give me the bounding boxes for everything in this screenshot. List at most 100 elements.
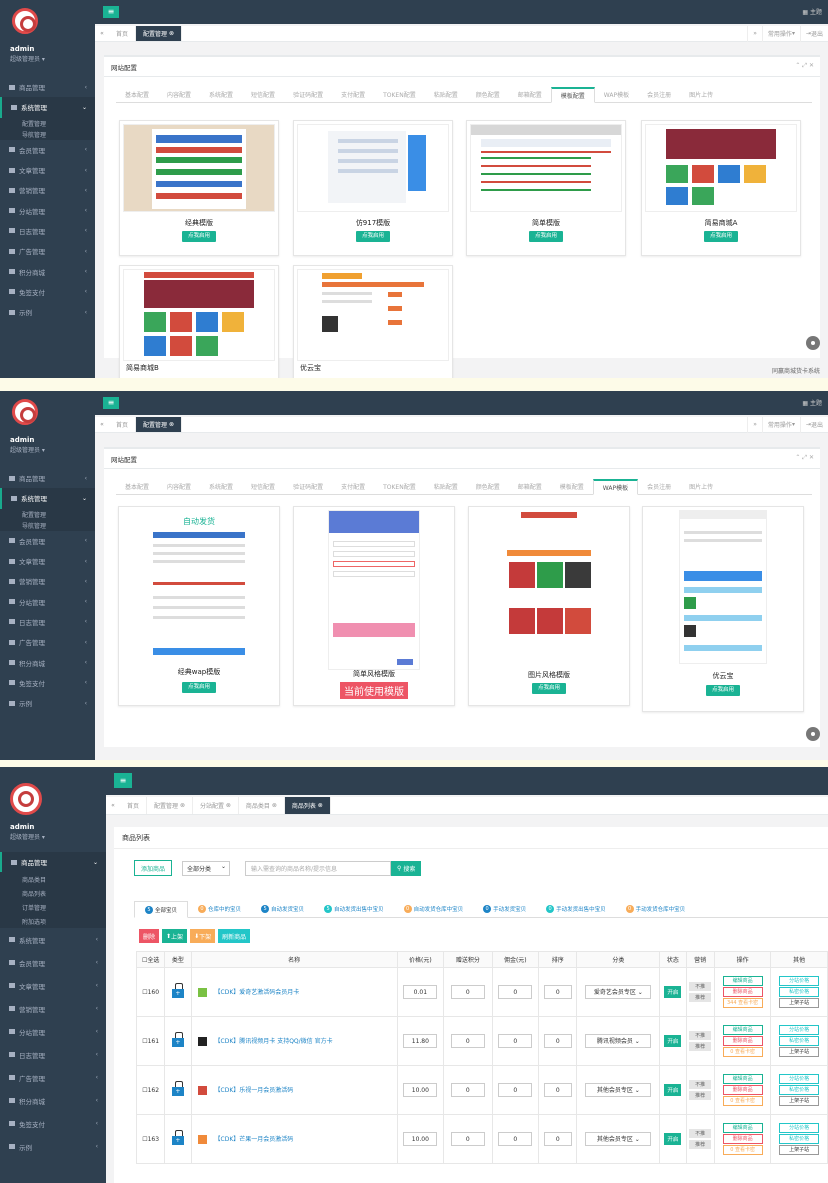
recommend-button[interactable]: 推荐	[689, 1140, 712, 1149]
tab-paste[interactable]: 粘贴配置	[425, 479, 467, 494]
tab-system[interactable]: 系统配置	[200, 87, 242, 102]
price-input[interactable]: 11.80	[403, 1034, 438, 1048]
status-tab-auto-warehouse[interactable]: 0 自动发货仓库中宝贝	[394, 901, 474, 917]
tab-basic[interactable]: 基本配置	[116, 87, 158, 102]
points-input[interactable]: 0	[450, 1034, 485, 1048]
goods-name-link[interactable]: 【CDK】芒果一月会员激活码	[190, 1114, 398, 1164]
tab-template[interactable]: 模板配置	[550, 87, 595, 103]
menu-marketing[interactable]: 营销管理 ‹	[0, 571, 95, 591]
theme-link[interactable]: ▦ 主题	[802, 398, 822, 407]
menu-article[interactable]: 文章管理 ‹	[0, 551, 95, 571]
commission-input[interactable]: 0	[498, 1083, 533, 1097]
tab-config[interactable]: 配置管理 ⊗	[147, 797, 193, 814]
apply-template-button[interactable]: 点我启用	[182, 231, 216, 242]
sort-input[interactable]: 0	[543, 1083, 572, 1097]
tab-system[interactable]: 系统配置	[200, 479, 242, 494]
tab-token[interactable]: TOKEN配置	[374, 87, 425, 102]
tab-upload[interactable]: 图片上传	[680, 87, 722, 102]
tab-pay[interactable]: 支付配置	[332, 479, 374, 494]
row-checkbox[interactable]: ☐163	[135, 1114, 166, 1164]
menu-marketing[interactable]: 营销管理 ‹	[0, 997, 106, 1020]
tab-goods-list[interactable]: 商品列表 ⊗	[284, 797, 331, 814]
user-role[interactable]: 超级管理员 ▾	[10, 832, 45, 841]
menu-ads[interactable]: 广告管理 ‹	[0, 632, 95, 652]
tab-color[interactable]: 颜色配置	[467, 479, 509, 494]
exit-link[interactable]: ⇥ 退出	[799, 416, 828, 433]
edit-goods-button[interactable]: 编辑商品	[722, 1025, 763, 1035]
tab-captcha[interactable]: 验证码配置	[284, 87, 332, 102]
tab-register[interactable]: 会员注册	[638, 87, 680, 102]
apply-template-button[interactable]: 点我启用	[529, 231, 563, 242]
edit-goods-button[interactable]: 编辑商品	[722, 1074, 763, 1084]
tab-home[interactable]: 首页	[120, 797, 148, 814]
category-select[interactable]: 其他会员专区 ⌄	[585, 1083, 652, 1097]
apply-template-button[interactable]: 点我启用	[704, 231, 738, 242]
menu-pay[interactable]: 免签支付 ‹	[0, 673, 95, 693]
commission-input[interactable]: 0	[498, 985, 533, 999]
status-tab-warehouse[interactable]: 0 仓库中的宝贝	[188, 901, 251, 917]
menu-substation[interactable]: 分站管理 ‹	[0, 1020, 106, 1043]
menu-points[interactable]: 积分商城 ‹	[0, 261, 95, 281]
menu-goods[interactable]: 商品管理 ‹	[0, 77, 95, 97]
row-checkbox[interactable]: ☐160	[135, 967, 166, 1017]
menu-ads[interactable]: 广告管理 ‹	[0, 1066, 106, 1089]
substation-price-button[interactable]: 分站价格	[779, 1025, 820, 1035]
tab-wap[interactable]: WAP模板	[592, 479, 639, 495]
theme-link[interactable]: ▦ 主题	[802, 7, 822, 16]
submenu-nav[interactable]: 导航管理	[0, 519, 95, 531]
status-tab-all[interactable]: 5 全部宝贝	[134, 901, 189, 918]
menu-pay[interactable]: 免签支付 ‹	[0, 282, 95, 302]
tab-pay[interactable]: 支付配置	[332, 87, 374, 102]
tab-upload[interactable]: 图片上传	[680, 479, 722, 494]
menu-log[interactable]: 日志管理 ‹	[0, 1043, 106, 1066]
view-cards-button[interactable]: 0 查看卡密	[722, 1096, 763, 1106]
goods-name-link[interactable]: 【CDK】爱奇艺激活码会员月卡	[190, 967, 398, 1017]
tab-content[interactable]: 内容配置	[158, 87, 200, 102]
rack-substation-button[interactable]: 上架子站	[779, 1096, 820, 1106]
tab-scroll-left-icon[interactable]: «	[106, 802, 120, 809]
tab-content[interactable]: 内容配置	[158, 479, 200, 494]
submenu-nav[interactable]: 导航管理	[0, 128, 95, 140]
ops-dropdown[interactable]: 常用操作 ▾	[761, 416, 800, 433]
refresh-goods-button[interactable]: 刷新商品	[218, 929, 251, 943]
menu-log[interactable]: 日志管理 ‹	[0, 612, 95, 632]
menu-system[interactable]: 系统管理 ‹	[0, 928, 106, 951]
not-recommend-button[interactable]: 不推	[689, 982, 712, 991]
points-input[interactable]: 0	[450, 1083, 485, 1097]
tab-wap[interactable]: WAP模板	[595, 87, 638, 102]
view-cards-button[interactable]: 0 查看卡密	[722, 1047, 763, 1057]
category-select[interactable]: 其他会员专区 ⌄	[585, 1132, 652, 1146]
substation-price-button[interactable]: 分站价格	[779, 976, 820, 986]
status-toggle[interactable]: 开启	[664, 1084, 682, 1096]
price-input[interactable]: 10.00	[403, 1083, 438, 1097]
view-cards-button[interactable]: 344 查看卡密	[722, 998, 763, 1008]
points-input[interactable]: 0	[450, 985, 485, 999]
apply-template-button[interactable]: 点我启用	[182, 682, 216, 693]
tab-token[interactable]: TOKEN配置	[374, 479, 425, 494]
submenu-config[interactable]: 配置管理	[0, 508, 95, 520]
user-role[interactable]: 超级管理员 ▾	[10, 445, 45, 454]
menu-example[interactable]: 示例 ‹	[0, 302, 95, 322]
bulk-down-button[interactable]: ⬇ 下架	[190, 929, 216, 943]
private-price-button[interactable]: 私密价格	[779, 1036, 820, 1046]
tab-template[interactable]: 模板配置	[551, 479, 593, 494]
rack-substation-button[interactable]: 上架子站	[779, 1145, 820, 1155]
not-recommend-button[interactable]: 不推	[689, 1129, 712, 1138]
menu-points[interactable]: 积分商城 ‹	[0, 1089, 106, 1112]
menu-substation[interactable]: 分站管理 ‹	[0, 200, 95, 220]
exit-link[interactable]: ⇥ 退出	[799, 25, 828, 42]
panel-tools[interactable]: ⌃ ⤢ ✕	[795, 62, 814, 70]
search-button[interactable]: ⚲ 搜索	[391, 860, 422, 876]
menu-goods[interactable]: 商品管理 ‹	[0, 468, 95, 488]
tab-scroll-left-icon[interactable]: «	[95, 421, 109, 428]
tab-scroll-right-icon[interactable]: »	[747, 25, 762, 42]
col-select-all[interactable]: ☐全选	[135, 951, 166, 968]
menu-points[interactable]: 积分商城 ‹	[0, 652, 95, 672]
tab-substation[interactable]: 分站配置 ⊗	[193, 797, 239, 814]
add-goods-button[interactable]: 添加商品	[134, 860, 173, 876]
status-tab-manual-selling[interactable]: 0 手动发货出售中宝贝	[536, 901, 616, 917]
bulk-up-button[interactable]: ⬆ 上架	[162, 929, 188, 943]
sort-input[interactable]: 0	[543, 1132, 572, 1146]
delete-goods-button[interactable]: 删除商品	[722, 1134, 763, 1144]
recommend-button[interactable]: 推荐	[689, 1042, 712, 1051]
